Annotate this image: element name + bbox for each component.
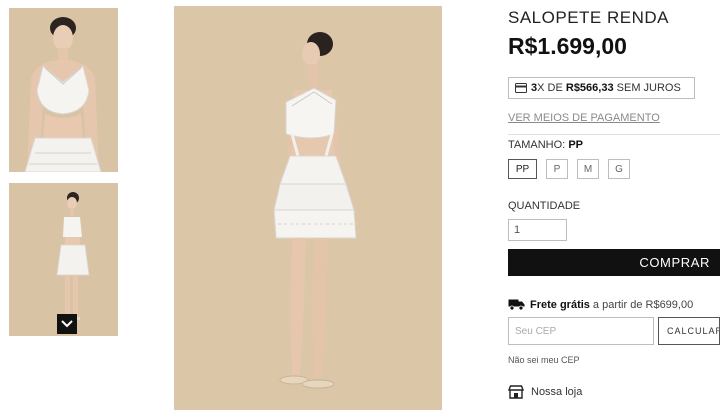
size-label-text: TAMANHO: bbox=[508, 139, 566, 151]
free-shipping-threshold: a partir de R$699,00 bbox=[592, 298, 694, 311]
thumbnail-front[interactable] bbox=[9, 8, 118, 172]
cep-input[interactable] bbox=[508, 317, 654, 345]
installments-box: 3 X DE R$566,33 SEM JUROS bbox=[508, 77, 695, 99]
installments-amount: R$566,33 bbox=[565, 82, 614, 94]
calculate-shipping-button[interactable]: CALCULAR bbox=[658, 317, 720, 345]
product-price: R$1.699,00 bbox=[508, 33, 627, 59]
buy-button[interactable]: COMPRAR bbox=[508, 249, 720, 276]
installments-suffix: SEM JUROS bbox=[616, 82, 681, 94]
payment-methods-link[interactable]: VER MEIOS DE PAGAMENTO bbox=[508, 112, 660, 124]
size-label: TAMANHO: PP bbox=[508, 139, 583, 151]
main-product-image[interactable] bbox=[174, 6, 442, 410]
chevron-down-icon bbox=[61, 320, 73, 328]
unknown-cep-link[interactable]: Não sei meu CEP bbox=[508, 355, 580, 365]
truck-icon bbox=[508, 298, 525, 311]
divider bbox=[508, 134, 720, 135]
installments-prefix: X DE bbox=[537, 82, 563, 94]
product-title: SALOPETE RENDA bbox=[508, 8, 669, 27]
size-option-pp[interactable]: PP bbox=[508, 159, 537, 179]
size-option-m[interactable]: M bbox=[577, 159, 599, 179]
quantity-label: QUANTIDADE bbox=[508, 200, 581, 212]
our-store-label: Nossa loja bbox=[531, 386, 583, 398]
model-full-body-image bbox=[174, 6, 442, 410]
size-options: PP P M G bbox=[508, 159, 639, 179]
store-icon bbox=[508, 385, 524, 399]
free-shipping-label: Frete grátis bbox=[530, 298, 590, 311]
free-shipping-notice: Frete grátis a partir de R$699,00 bbox=[508, 298, 693, 311]
credit-card-icon bbox=[515, 83, 527, 93]
quantity-input[interactable] bbox=[508, 219, 567, 241]
thumbnail-scroll-down-button[interactable] bbox=[57, 314, 77, 334]
model-front-image bbox=[9, 8, 118, 172]
size-option-g[interactable]: G bbox=[608, 159, 630, 179]
size-option-p[interactable]: P bbox=[546, 159, 568, 179]
size-selected: PP bbox=[568, 139, 583, 151]
our-store-link[interactable]: Nossa loja bbox=[508, 385, 582, 399]
